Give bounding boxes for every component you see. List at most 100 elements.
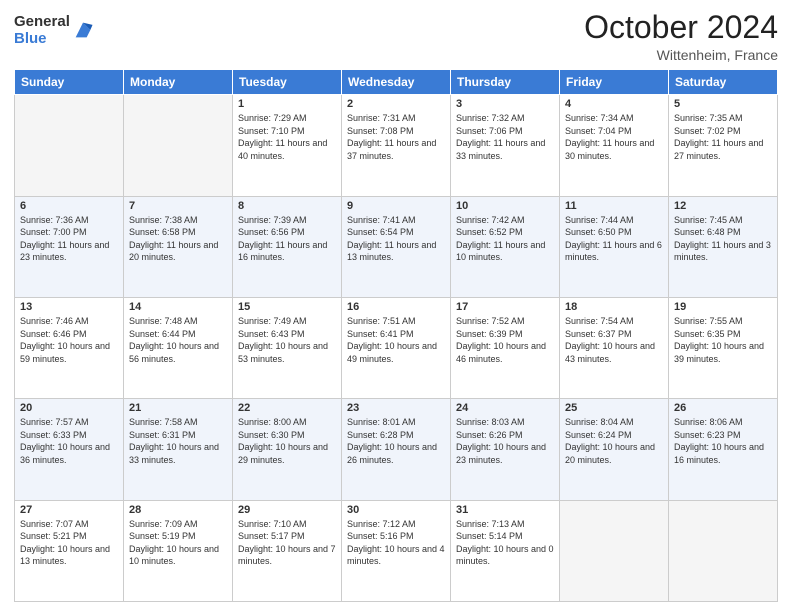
calendar-cell: 2 Sunrise: 7:31 AM Sunset: 7:08 PM Daylig… bbox=[342, 95, 451, 196]
day-info: Sunrise: 7:45 AM Sunset: 6:48 PM Dayligh… bbox=[674, 214, 772, 264]
day-info: Sunrise: 7:36 AM Sunset: 7:00 PM Dayligh… bbox=[20, 214, 118, 264]
day-info: Sunrise: 7:58 AM Sunset: 6:31 PM Dayligh… bbox=[129, 416, 227, 466]
calendar-cell: 19 Sunrise: 7:55 AM Sunset: 6:35 PM Dayli… bbox=[669, 297, 778, 398]
week-row-4: 20Sunrise: 7:57 AM Sunset: 6:33 PM Dayli… bbox=[15, 399, 778, 500]
day-number: 23 bbox=[347, 402, 445, 414]
day-info: Sunrise: 7:54 AM Sunset: 6:37 PM Dayligh… bbox=[565, 315, 663, 365]
day-number: 5 bbox=[674, 98, 772, 110]
day-number: 16 bbox=[347, 301, 445, 313]
day-number: 7 bbox=[129, 200, 227, 212]
calendar-cell: 31Sunrise: 7:13 AM Sunset: 5:14 PM Dayli… bbox=[451, 500, 560, 601]
calendar-cell bbox=[669, 500, 778, 601]
page: General Blue October 2024 Wittenheim, Fr… bbox=[0, 0, 792, 612]
day-number: 30 bbox=[347, 504, 445, 516]
weekday-header-saturday: Saturday bbox=[669, 70, 778, 95]
calendar-cell bbox=[15, 95, 124, 196]
week-row-3: 13Sunrise: 7:46 AM Sunset: 6:46 PM Dayli… bbox=[15, 297, 778, 398]
title-block: October 2024 Wittenheim, France bbox=[584, 10, 778, 63]
day-info: Sunrise: 7:31 AM Sunset: 7:08 PM Dayligh… bbox=[347, 112, 445, 162]
logo-general-text: General bbox=[14, 14, 70, 31]
calendar-cell: 8 Sunrise: 7:39 AM Sunset: 6:56 PM Daylig… bbox=[233, 196, 342, 297]
day-info: Sunrise: 7:39 AM Sunset: 6:56 PM Dayligh… bbox=[238, 214, 336, 264]
calendar-cell: 29 Sunrise: 7:10 AM Sunset: 5:17 PM Dayli… bbox=[233, 500, 342, 601]
weekday-header-friday: Friday bbox=[560, 70, 669, 95]
day-info: Sunrise: 7:52 AM Sunset: 6:39 PM Dayligh… bbox=[456, 315, 554, 365]
calendar-cell bbox=[560, 500, 669, 601]
day-number: 14 bbox=[129, 301, 227, 313]
day-number: 31 bbox=[456, 504, 554, 516]
day-number: 11 bbox=[565, 200, 663, 212]
calendar-cell: 12Sunrise: 7:45 AM Sunset: 6:48 PM Dayli… bbox=[669, 196, 778, 297]
day-info: Sunrise: 7:51 AM Sunset: 6:41 PM Dayligh… bbox=[347, 315, 445, 365]
calendar-cell: 25 Sunrise: 8:04 AM Sunset: 6:24 PM Dayli… bbox=[560, 399, 669, 500]
calendar-cell: 28 Sunrise: 7:09 AM Sunset: 5:19 PM Dayli… bbox=[124, 500, 233, 601]
day-info: Sunrise: 7:49 AM Sunset: 6:43 PM Dayligh… bbox=[238, 315, 336, 365]
day-number: 22 bbox=[238, 402, 336, 414]
day-info: Sunrise: 7:10 AM Sunset: 5:17 PM Dayligh… bbox=[238, 518, 336, 568]
calendar-cell: 15 Sunrise: 7:49 AM Sunset: 6:43 PM Dayli… bbox=[233, 297, 342, 398]
day-info: Sunrise: 8:01 AM Sunset: 6:28 PM Dayligh… bbox=[347, 416, 445, 466]
day-info: Sunrise: 8:06 AM Sunset: 6:23 PM Dayligh… bbox=[674, 416, 772, 466]
day-number: 10 bbox=[456, 200, 554, 212]
day-number: 29 bbox=[238, 504, 336, 516]
calendar-cell: 26Sunrise: 8:06 AM Sunset: 6:23 PM Dayli… bbox=[669, 399, 778, 500]
day-info: Sunrise: 7:41 AM Sunset: 6:54 PM Dayligh… bbox=[347, 214, 445, 264]
weekday-header-wednesday: Wednesday bbox=[342, 70, 451, 95]
week-row-5: 27 Sunrise: 7:07 AM Sunset: 5:21 PM Dayli… bbox=[15, 500, 778, 601]
day-info: Sunrise: 8:00 AM Sunset: 6:30 PM Dayligh… bbox=[238, 416, 336, 466]
week-row-1: 1Sunrise: 7:29 AM Sunset: 7:10 PM Daylig… bbox=[15, 95, 778, 196]
calendar-cell: 16 Sunrise: 7:51 AM Sunset: 6:41 PM Dayli… bbox=[342, 297, 451, 398]
calendar-cell: 1Sunrise: 7:29 AM Sunset: 7:10 PM Daylig… bbox=[233, 95, 342, 196]
day-number: 18 bbox=[565, 301, 663, 313]
weekday-header-thursday: Thursday bbox=[451, 70, 560, 95]
day-number: 6 bbox=[20, 200, 118, 212]
day-info: Sunrise: 7:34 AM Sunset: 7:04 PM Dayligh… bbox=[565, 112, 663, 162]
calendar-cell: 17 Sunrise: 7:52 AM Sunset: 6:39 PM Dayli… bbox=[451, 297, 560, 398]
day-info: Sunrise: 7:32 AM Sunset: 7:06 PM Dayligh… bbox=[456, 112, 554, 162]
day-number: 27 bbox=[20, 504, 118, 516]
calendar-cell: 7Sunrise: 7:38 AM Sunset: 6:58 PM Daylig… bbox=[124, 196, 233, 297]
day-number: 15 bbox=[238, 301, 336, 313]
day-number: 3 bbox=[456, 98, 554, 110]
week-row-2: 6 Sunrise: 7:36 AM Sunset: 7:00 PM Daylig… bbox=[15, 196, 778, 297]
day-info: Sunrise: 8:04 AM Sunset: 6:24 PM Dayligh… bbox=[565, 416, 663, 466]
day-info: Sunrise: 7:48 AM Sunset: 6:44 PM Dayligh… bbox=[129, 315, 227, 365]
calendar-cell: 3 Sunrise: 7:32 AM Sunset: 7:06 PM Daylig… bbox=[451, 95, 560, 196]
day-number: 9 bbox=[347, 200, 445, 212]
calendar-cell bbox=[124, 95, 233, 196]
weekday-header-sunday: Sunday bbox=[15, 70, 124, 95]
calendar-cell: 20Sunrise: 7:57 AM Sunset: 6:33 PM Dayli… bbox=[15, 399, 124, 500]
day-info: Sunrise: 7:57 AM Sunset: 6:33 PM Dayligh… bbox=[20, 416, 118, 466]
day-number: 28 bbox=[129, 504, 227, 516]
day-info: Sunrise: 7:09 AM Sunset: 5:19 PM Dayligh… bbox=[129, 518, 227, 568]
day-number: 21 bbox=[129, 402, 227, 414]
day-info: Sunrise: 8:03 AM Sunset: 6:26 PM Dayligh… bbox=[456, 416, 554, 466]
calendar-cell: 27 Sunrise: 7:07 AM Sunset: 5:21 PM Dayli… bbox=[15, 500, 124, 601]
day-info: Sunrise: 7:07 AM Sunset: 5:21 PM Dayligh… bbox=[20, 518, 118, 568]
day-number: 25 bbox=[565, 402, 663, 414]
day-number: 8 bbox=[238, 200, 336, 212]
calendar-cell: 14 Sunrise: 7:48 AM Sunset: 6:44 PM Dayli… bbox=[124, 297, 233, 398]
day-info: Sunrise: 7:55 AM Sunset: 6:35 PM Dayligh… bbox=[674, 315, 772, 365]
calendar-cell: 24Sunrise: 8:03 AM Sunset: 6:26 PM Dayli… bbox=[451, 399, 560, 500]
day-info: Sunrise: 7:42 AM Sunset: 6:52 PM Dayligh… bbox=[456, 214, 554, 264]
calendar-cell: 18 Sunrise: 7:54 AM Sunset: 6:37 PM Dayli… bbox=[560, 297, 669, 398]
day-number: 4 bbox=[565, 98, 663, 110]
main-title: October 2024 bbox=[584, 10, 778, 45]
calendar-cell: 4 Sunrise: 7:34 AM Sunset: 7:04 PM Daylig… bbox=[560, 95, 669, 196]
weekday-header-monday: Monday bbox=[124, 70, 233, 95]
calendar-cell: 6 Sunrise: 7:36 AM Sunset: 7:00 PM Daylig… bbox=[15, 196, 124, 297]
day-info: Sunrise: 7:12 AM Sunset: 5:16 PM Dayligh… bbox=[347, 518, 445, 568]
logo-icon bbox=[72, 19, 94, 41]
day-number: 13 bbox=[20, 301, 118, 313]
calendar-cell: 30 Sunrise: 7:12 AM Sunset: 5:16 PM Dayli… bbox=[342, 500, 451, 601]
day-number: 19 bbox=[674, 301, 772, 313]
calendar-cell: 11 Sunrise: 7:44 AM Sunset: 6:50 PM Dayli… bbox=[560, 196, 669, 297]
day-number: 17 bbox=[456, 301, 554, 313]
calendar-cell: 23 Sunrise: 8:01 AM Sunset: 6:28 PM Dayli… bbox=[342, 399, 451, 500]
day-number: 2 bbox=[347, 98, 445, 110]
logo-blue-text: Blue bbox=[14, 31, 70, 48]
day-info: Sunrise: 7:44 AM Sunset: 6:50 PM Dayligh… bbox=[565, 214, 663, 264]
header: General Blue October 2024 Wittenheim, Fr… bbox=[14, 10, 778, 63]
calendar-cell: 22 Sunrise: 8:00 AM Sunset: 6:30 PM Dayli… bbox=[233, 399, 342, 500]
